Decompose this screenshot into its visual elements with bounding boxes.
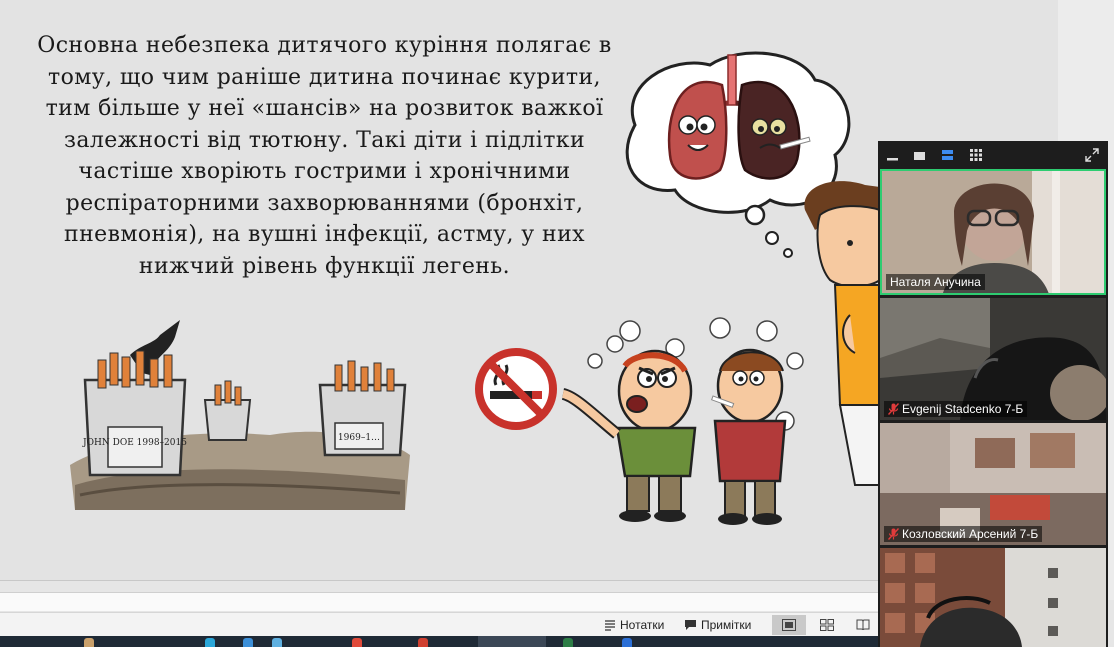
gravestone-label-1: JOHN DOE 1998–2015	[82, 438, 187, 448]
grid-view-icon	[820, 619, 834, 631]
normal-view-button[interactable]	[772, 615, 806, 635]
taskbar-active-app-icon[interactable]	[478, 636, 546, 647]
gallery-view-icon[interactable]	[969, 149, 983, 161]
strip-view-icon[interactable]	[941, 149, 955, 161]
notes-icon	[605, 620, 615, 631]
video-call-panel: Наталя Анучина Evgenij Stadcenko 7-Б Коз…	[878, 141, 1108, 647]
reading-view-button[interactable]	[848, 615, 878, 635]
status-bar: Нотатки Примітки	[0, 612, 878, 637]
notes-button[interactable]: Нотатки	[604, 617, 664, 633]
participant-tile-3[interactable]: Козловский Арсений 7-Б	[880, 423, 1106, 545]
normal-view-icon	[782, 619, 796, 631]
minimize-icon[interactable]	[886, 149, 900, 161]
muted-mic-icon	[888, 528, 899, 540]
participant-name: Козловский Арсений 7-Б	[902, 527, 1039, 541]
speaker-view-icon[interactable]	[913, 149, 927, 161]
taskbar-app-icon[interactable]	[418, 638, 428, 647]
expand-icon[interactable]	[1084, 147, 1100, 163]
comment-icon	[685, 620, 696, 630]
taskbar-app-icon[interactable]	[243, 638, 253, 647]
slide-body-text: Основна небезпека дитячого куріння поляг…	[37, 33, 612, 279]
comments-label: Примітки	[701, 618, 752, 632]
no-smoking-sign-icon	[475, 348, 557, 430]
notes-label: Нотатки	[620, 618, 665, 632]
taskbar-app-icon[interactable]	[84, 638, 94, 647]
participant-tile-2[interactable]: Evgenij Stadcenko 7-Б	[880, 298, 1106, 420]
participant-name: Evgenij Stadcenko 7-Б	[902, 402, 1024, 416]
slide-sorter-view-button[interactable]	[810, 615, 844, 635]
book-icon	[856, 619, 870, 631]
comments-button[interactable]: Примітки	[684, 617, 751, 633]
participant-tile-1[interactable]: Наталя Анучина	[880, 169, 1106, 295]
participant-video-4	[880, 548, 1106, 647]
participant-tile-4[interactable]	[880, 548, 1106, 647]
cigarette-graveyard-illustration: JOHN DOE 1998–2015 1969–1…	[70, 320, 410, 510]
notes-pane[interactable]	[0, 592, 878, 611]
muted-mic-icon	[888, 403, 899, 415]
participant-name: Наталя Анучина	[890, 275, 981, 289]
video-panel-toolbar	[878, 141, 1108, 169]
participant-name-tag: Наталя Анучина	[886, 274, 985, 290]
taskbar-app-icon[interactable]	[205, 638, 215, 647]
taskbar-app-icon[interactable]	[352, 638, 362, 647]
gravestone-label-2: 1969–1…	[338, 433, 380, 443]
taskbar-app-icon[interactable]	[272, 638, 282, 647]
taskbar-app-icon[interactable]	[563, 638, 573, 647]
participant-name-tag: Козловский Арсений 7-Б	[884, 526, 1043, 542]
taskbar-app-icon[interactable]	[622, 638, 632, 647]
two-boys-smoking-illustration	[561, 317, 804, 525]
taskbar	[0, 636, 878, 647]
participant-name-tag: Evgenij Stadcenko 7-Б	[884, 401, 1028, 417]
